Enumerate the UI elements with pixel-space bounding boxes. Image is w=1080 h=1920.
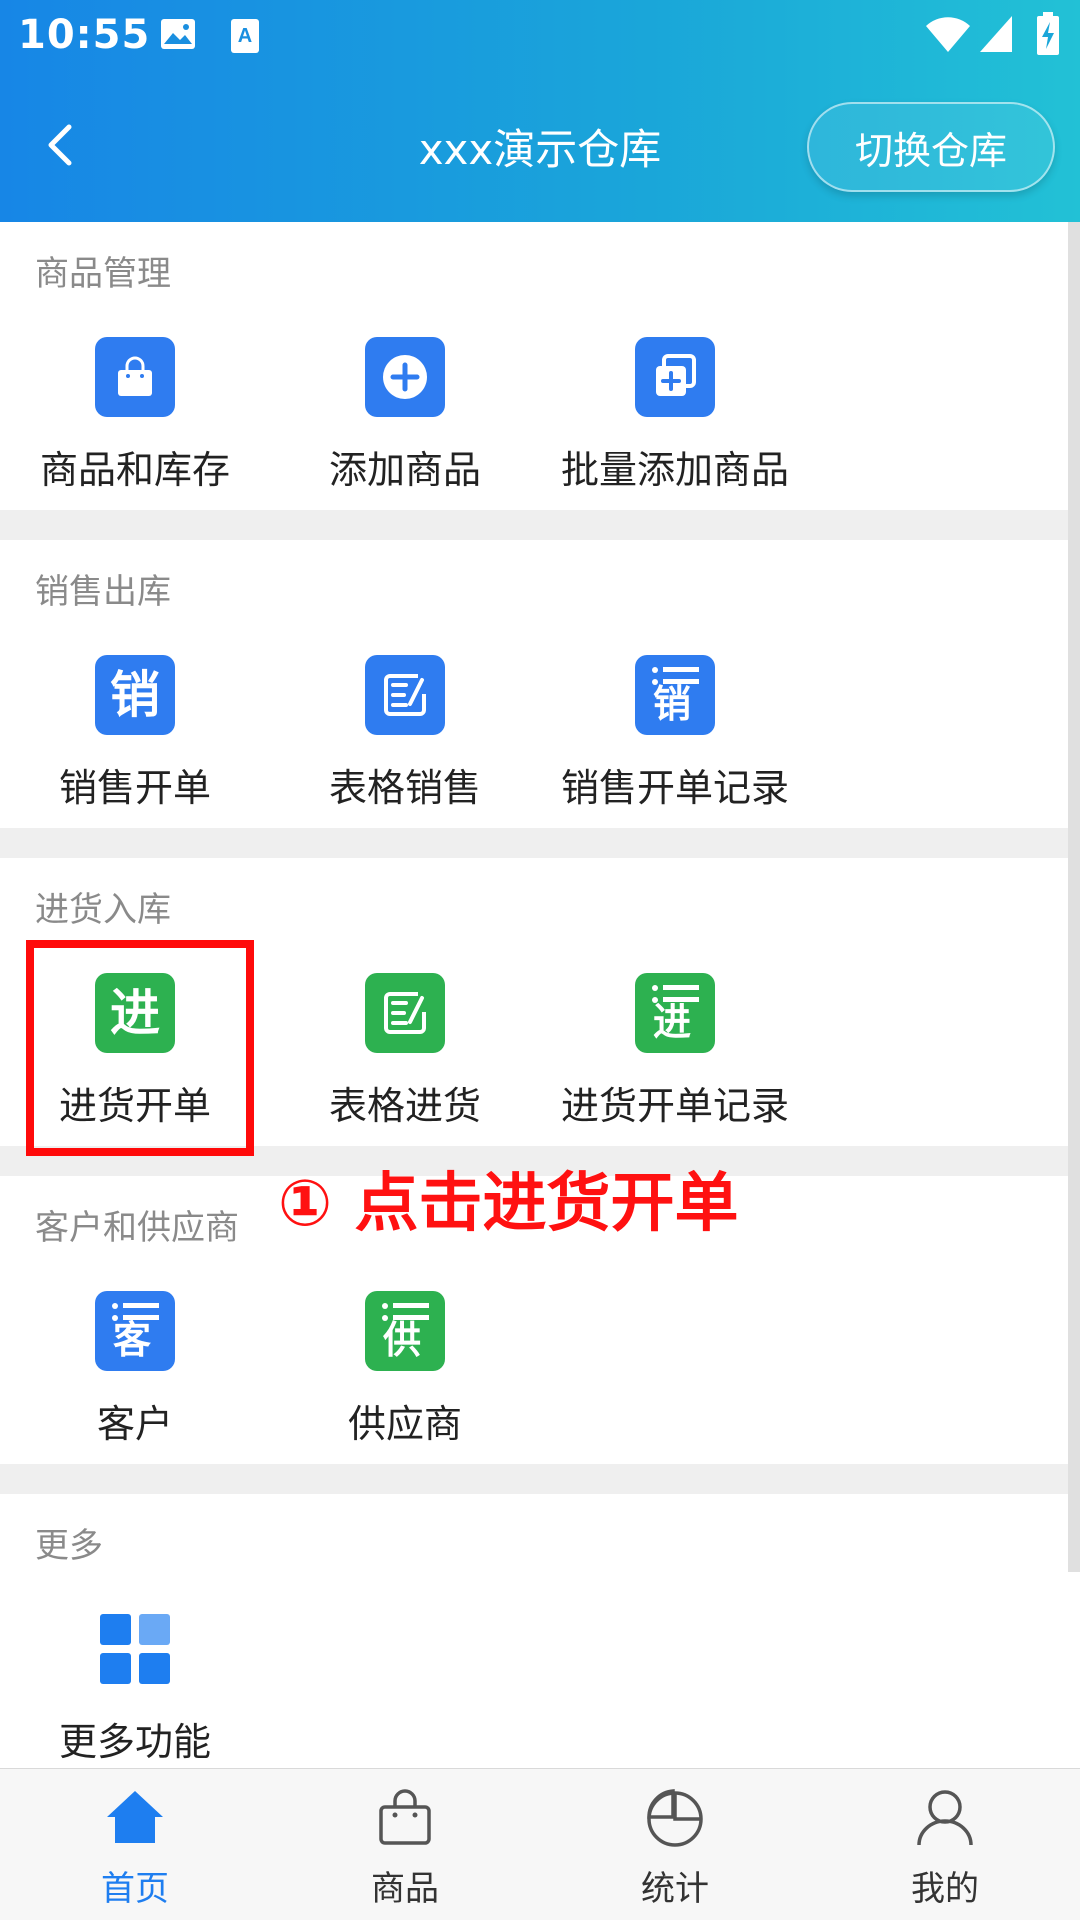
section-title: 客户和供应商 xyxy=(35,1208,239,1248)
menu-item-sales-order[interactable]: 销 销售开单 xyxy=(0,655,270,815)
menu-item-label: 添加商品 xyxy=(328,448,481,492)
customer-icon: 客 xyxy=(95,1291,175,1371)
batch-add-icon xyxy=(635,337,715,417)
annotation-text: ① 点击进货开单 xyxy=(278,1167,739,1241)
tab-label: 我的 xyxy=(911,1869,979,1909)
menu-item-table-sales[interactable]: 表格销售 xyxy=(270,655,540,815)
sales-order-icon: 销 xyxy=(95,655,175,735)
tab-statistics[interactable]: 统计 xyxy=(540,1769,810,1920)
user-icon xyxy=(917,1790,973,1846)
bottom-tab-bar: 首页 商品 统计 我的 xyxy=(0,1768,1080,1920)
switch-warehouse-button[interactable]: 切换仓库 xyxy=(807,102,1055,192)
menu-item-batch-add-product[interactable]: 批量添加商品 xyxy=(540,337,810,497)
tab-label: 首页 xyxy=(101,1869,169,1909)
scrollbar[interactable] xyxy=(1068,222,1080,1572)
menu-item-label: 销售开单记录 xyxy=(560,766,789,810)
signal-icon xyxy=(978,14,1014,58)
menu-item-suppliers[interactable]: 供 供应商 xyxy=(270,1291,540,1451)
grid-icon xyxy=(95,1609,175,1689)
menu-item-label: 商品和库存 xyxy=(39,448,230,492)
menu-item-table-purchase[interactable]: 表格进货 xyxy=(270,973,540,1133)
bag-icon xyxy=(379,1789,431,1845)
menu-item-label: 表格销售 xyxy=(328,766,481,810)
battery-charging-icon xyxy=(1036,12,1060,60)
wifi-icon xyxy=(925,14,971,58)
sales-record-icon: 销 xyxy=(635,655,715,735)
status-bar: 10:55 A xyxy=(0,0,1080,76)
menu-item-more-functions[interactable]: 更多功能 xyxy=(0,1609,270,1769)
purchase-record-icon: 进 xyxy=(635,973,715,1053)
pie-chart-icon xyxy=(647,1789,703,1847)
plus-circle-icon xyxy=(365,337,445,417)
section-title: 商品管理 xyxy=(35,254,171,294)
section-product-management: 商品管理 商品和库存 添加商品 批量添加商品 xyxy=(0,222,1080,510)
tab-mine[interactable]: 我的 xyxy=(810,1769,1080,1920)
menu-item-label: 批量添加商品 xyxy=(560,448,789,492)
table-edit-icon xyxy=(365,655,445,735)
menu-item-customers[interactable]: 客 客户 xyxy=(0,1291,270,1451)
section-sales-outbound: 销售出库 销 销售开单 表格销售 销 销售开单记录 xyxy=(0,540,1080,828)
tab-label: 统计 xyxy=(641,1869,709,1909)
tab-home[interactable]: 首页 xyxy=(0,1769,270,1920)
image-icon xyxy=(160,18,196,54)
table-edit-icon xyxy=(365,973,445,1053)
highlight-box xyxy=(26,940,254,1156)
svg-text:A: A xyxy=(238,25,252,47)
home-icon xyxy=(107,1791,163,1843)
tab-products[interactable]: 商品 xyxy=(270,1769,540,1920)
supplier-icon: 供 xyxy=(365,1291,445,1371)
menu-item-label: 进货开单记录 xyxy=(560,1084,789,1128)
menu-item-product-inventory[interactable]: 商品和库存 xyxy=(0,337,270,497)
font-icon: A xyxy=(230,18,260,58)
section-title: 进货入库 xyxy=(35,890,171,930)
menu-item-label: 表格进货 xyxy=(328,1084,481,1128)
menu-item-purchase-records[interactable]: 进 进货开单记录 xyxy=(540,973,810,1133)
app-header: 10:55 A xxx演示仓库 切换仓库 xyxy=(0,0,1080,222)
menu-item-label: 更多功能 xyxy=(58,1720,211,1764)
menu-item-label: 供应商 xyxy=(347,1402,462,1446)
status-time: 10:55 xyxy=(18,12,151,58)
title-bar: xxx演示仓库 切换仓库 xyxy=(0,90,1080,200)
menu-item-sales-records[interactable]: 销 销售开单记录 xyxy=(540,655,810,815)
section-title: 销售出库 xyxy=(35,572,171,612)
menu-item-add-product[interactable]: 添加商品 xyxy=(270,337,540,497)
shopping-bag-icon xyxy=(95,337,175,417)
menu-item-label: 客户 xyxy=(96,1402,173,1446)
section-more: 更多 更多功能 xyxy=(0,1494,1080,1768)
menu-item-label: 销售开单 xyxy=(58,766,211,810)
section-title: 更多 xyxy=(35,1526,103,1566)
tab-label: 商品 xyxy=(371,1869,439,1909)
